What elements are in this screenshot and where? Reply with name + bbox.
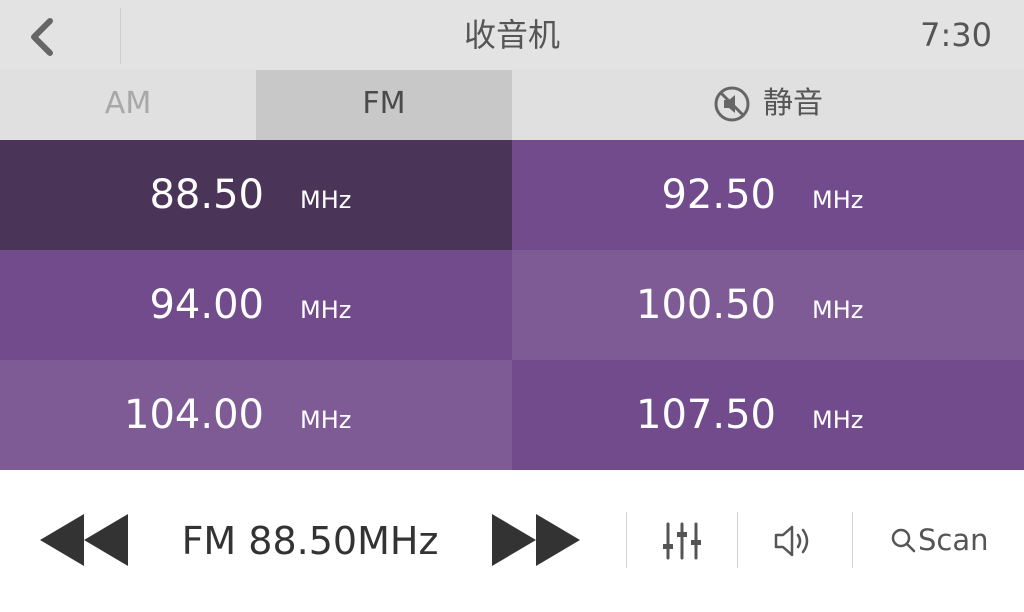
- preset-unit: MHz: [812, 186, 864, 214]
- tab-am[interactable]: AM: [0, 70, 256, 140]
- search-icon: [891, 528, 916, 553]
- preset-frequency: 104.00: [124, 392, 264, 438]
- divider: [852, 512, 853, 568]
- fast-forward-icon: [492, 514, 580, 566]
- clock: 7:30: [920, 16, 992, 54]
- previous-station-button[interactable]: [38, 514, 130, 566]
- mute-button[interactable]: 静音: [512, 70, 1024, 140]
- player-bar: FM 88.50MHz Scan: [0, 470, 1024, 600]
- preset-frequency: 94.00: [149, 282, 264, 328]
- equalizer-button[interactable]: [660, 520, 704, 562]
- preset-unit: MHz: [300, 296, 352, 324]
- rewind-icon: [40, 514, 128, 566]
- chevron-left-icon: [31, 18, 53, 56]
- preset-unit: MHz: [300, 406, 352, 434]
- preset-unit: MHz: [300, 186, 352, 214]
- preset-frequency: 88.50: [149, 172, 264, 218]
- divider: [626, 512, 627, 568]
- preset-frequency: 107.50: [636, 392, 776, 438]
- band-tabs: AM FM 静音: [0, 70, 1024, 210]
- preset-unit: MHz: [812, 296, 864, 324]
- scan-button[interactable]: Scan: [890, 518, 989, 562]
- header-divider: [120, 8, 121, 64]
- preset-frequency: 100.50: [636, 282, 776, 328]
- preset-2[interactable]: 92.50 MHz: [512, 140, 1024, 250]
- tab-fm[interactable]: FM: [256, 70, 512, 140]
- preset-5[interactable]: 104.00 MHz: [0, 360, 512, 470]
- volume-button[interactable]: [772, 520, 816, 562]
- page-title: 收音机: [463, 16, 560, 54]
- preset-grid: 88.50 MHz 92.50 MHz 94.00 MHz 100.50 MHz…: [0, 140, 1024, 470]
- mute-label: 静音: [763, 86, 823, 121]
- preset-unit: MHz: [812, 406, 864, 434]
- preset-3[interactable]: 94.00 MHz: [0, 250, 512, 360]
- volume-icon: [774, 525, 809, 557]
- scan-label: Scan: [918, 523, 989, 557]
- divider: [737, 512, 738, 568]
- preset-4[interactable]: 100.50 MHz: [512, 250, 1024, 360]
- back-button[interactable]: [0, 0, 120, 70]
- next-station-button[interactable]: [490, 514, 582, 566]
- preset-1[interactable]: 88.50 MHz: [0, 140, 512, 250]
- preset-frequency: 92.50: [661, 172, 776, 218]
- equalizer-icon: [663, 522, 701, 560]
- preset-6[interactable]: 107.50 MHz: [512, 360, 1024, 470]
- header-bar: 收音机 7:30: [0, 0, 1024, 70]
- now-playing: FM 88.50MHz: [181, 519, 439, 563]
- mute-icon: [714, 86, 750, 122]
